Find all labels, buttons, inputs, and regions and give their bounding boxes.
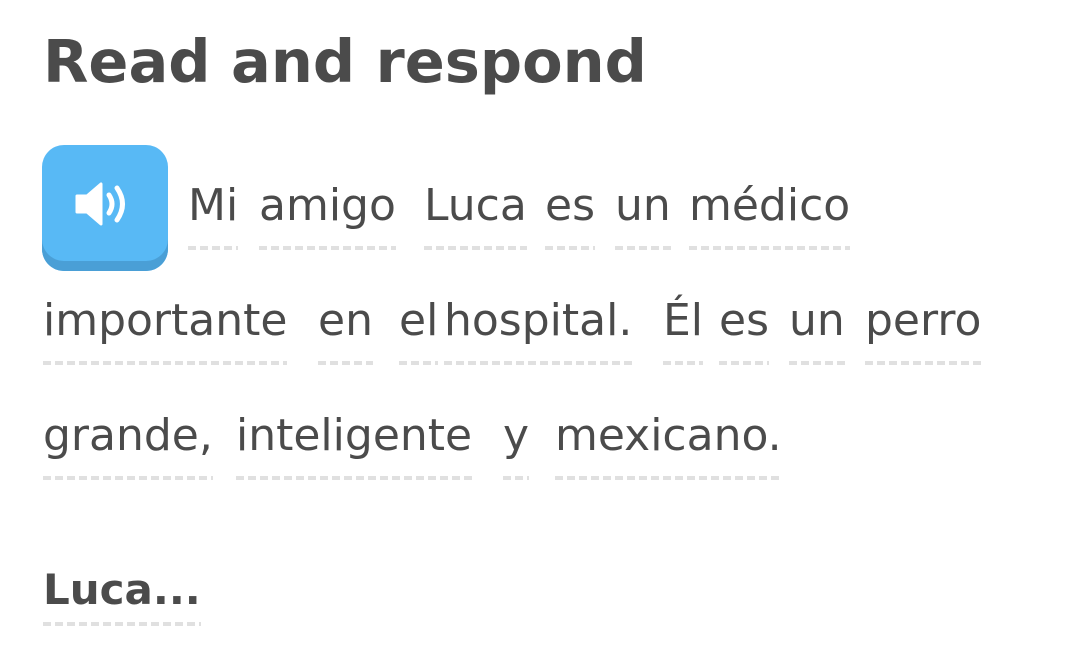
passage-word[interactable]: y	[503, 396, 530, 480]
play-audio-button[interactable]	[42, 145, 168, 271]
passage-word[interactable]: amigo	[259, 166, 396, 250]
passage-word[interactable]: un	[789, 281, 845, 365]
passage-word[interactable]: inteligente	[236, 396, 473, 480]
passage-word[interactable]: un	[615, 166, 671, 250]
passage-word[interactable]: grande,	[43, 396, 213, 480]
passage-word[interactable]: es	[719, 281, 769, 365]
passage-word[interactable]: Luca	[424, 166, 527, 250]
passage-word[interactable]: mexicano.	[555, 396, 782, 480]
passage-word[interactable]: Mi	[188, 166, 239, 250]
speaker-icon	[75, 182, 125, 226]
passage-word[interactable]: médico	[689, 166, 851, 250]
page-title: Read and respond	[43, 27, 647, 96]
passage-word[interactable]: importante	[43, 281, 288, 365]
passage-word[interactable]: perro	[865, 281, 982, 365]
question-prompt[interactable]: Luca...	[43, 560, 201, 626]
passage-word[interactable]: Él	[663, 281, 704, 365]
passage-word[interactable]: es	[545, 166, 595, 250]
passage-word[interactable]: hospital.	[444, 281, 633, 365]
passage-word[interactable]: el	[399, 281, 439, 365]
passage-word[interactable]: en	[318, 281, 373, 365]
